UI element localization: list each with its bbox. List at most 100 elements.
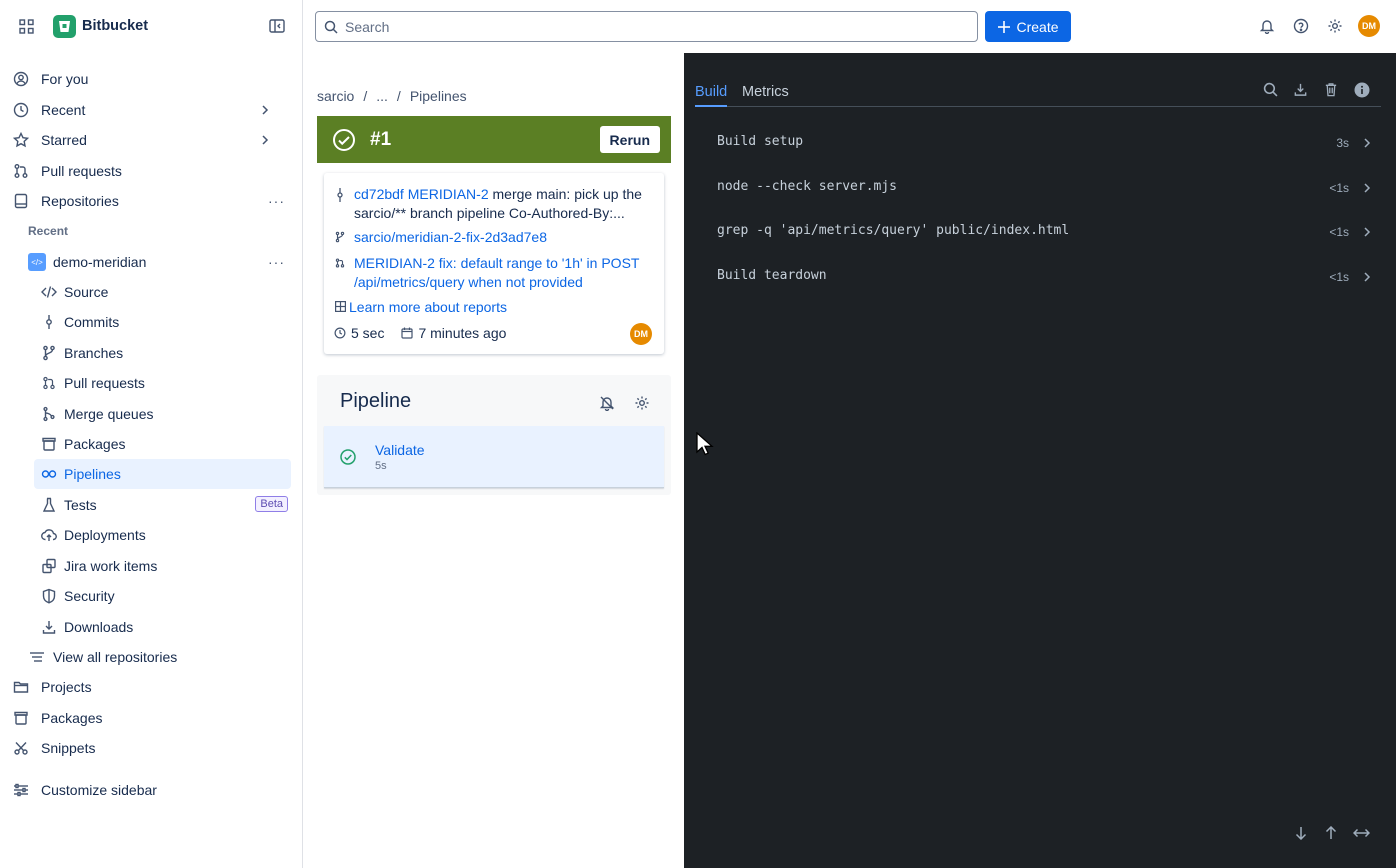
notifications-off-icon[interactable] [599,395,615,411]
pipeline-step-validate[interactable]: Validate 5s [324,426,664,488]
sidebar-item-label: Jira work items [64,558,158,574]
tab-build[interactable]: Build [695,84,727,100]
settings-gear-icon[interactable] [1327,18,1343,34]
chevron-right-icon [260,104,270,116]
reports-icon [334,298,346,317]
flask-icon [40,497,58,513]
app-name[interactable]: Bitbucket [82,18,148,34]
repo-name: demo-meridian [53,254,147,270]
sidebar-item-jira-work-items[interactable]: Jira work items [34,551,291,581]
code-icon [40,285,58,299]
branch-icon [40,345,58,361]
sidebar-item-label: Commits [64,314,120,330]
search-input[interactable] [345,18,945,35]
sidebar-item-repositories[interactable]: Repositories [12,186,119,216]
breadcrumb-ellipsis[interactable]: ... [376,88,388,104]
sidebar-item-source[interactable]: Source [34,277,291,307]
sidebar-item-security[interactable]: Security [34,581,291,611]
breadcrumb-workspace[interactable]: sarcio [317,88,354,104]
branch-link[interactable]: sarcio/meridian-2-fix-2d3ad7e8 [354,228,547,247]
run-time-ago: 7 minutes ago [418,325,507,341]
sidebar-repo-demo-meridian[interactable]: </> demo-meridian [28,247,146,277]
log-step-row[interactable]: Build teardown <1s [717,268,1377,284]
beta-badge: Beta [255,496,288,512]
user-circle-icon [12,71,30,87]
list-icon [28,651,46,663]
log-tabs: Build Metrics [695,53,1381,107]
sidebar-item-label: Packages [41,710,103,726]
search-log-icon[interactable] [1263,82,1278,97]
shield-icon [40,588,58,604]
sidebar-item-label: Merge queues [64,406,154,422]
sidebar-item-label: Security [64,588,115,604]
user-avatar[interactable]: DM [1358,15,1380,37]
commit-hash-link[interactable]: cd72bdf [354,186,404,202]
learn-more-reports-link[interactable]: Learn more about reports [349,298,507,317]
breadcrumb-current[interactable]: Pipelines [410,88,467,104]
breadcrumb-separator: / [396,88,401,104]
sidebar-item-label: Customize sidebar [41,782,157,798]
sidebar-item-branches[interactable]: Branches [34,338,291,368]
log-step-time: 3s [1336,136,1349,150]
commit-icon [40,314,58,330]
pull-request-row: MERIDIAN-2 fix: default range to '1h' in… [334,254,639,292]
author-avatar[interactable]: DM [630,323,652,345]
sidebar-item-packages[interactable]: Packages [12,703,102,733]
chevron-right-icon [1363,182,1371,194]
package-icon [40,436,58,452]
sidebar-item-label: Pipelines [64,466,121,482]
build-log-panel: Build Metrics Build setup 3s node --chec… [684,53,1396,868]
branch-icon [334,228,346,247]
scroll-to-top-icon[interactable] [1324,826,1338,840]
tab-metrics[interactable]: Metrics [742,84,789,100]
create-button[interactable]: Create [985,11,1071,42]
log-step-row[interactable]: grep -q 'api/metrics/query' public/index… [717,223,1377,239]
sidebar-item-pull-requests-repo[interactable]: Pull requests [34,368,291,398]
jira-icon [40,558,58,574]
sidebar-item-for-you[interactable]: For you [12,64,88,94]
help-icon[interactable] [1293,18,1309,34]
log-step-row[interactable]: Build setup 3s [717,134,1377,150]
expand-width-icon[interactable] [1353,828,1370,838]
rerun-button[interactable]: Rerun [599,126,660,153]
sidebar-item-commits[interactable]: Commits [34,307,291,337]
info-icon[interactable] [1354,82,1370,98]
repo-more-icon[interactable]: ··· [268,254,285,270]
sidebar-item-recent[interactable]: Recent [12,95,292,125]
notifications-bell-icon[interactable] [1259,18,1275,34]
sidebar-item-label: View all repositories [53,649,178,665]
download-log-icon[interactable] [1293,82,1308,97]
trash-icon[interactable] [1324,82,1338,97]
sidebar-item-view-all-repositories[interactable]: View all repositories [28,642,177,672]
sidebar-item-starred[interactable]: Starred [12,125,292,155]
clock-icon [12,102,30,118]
sidebar-item-packages-repo[interactable]: Packages [34,429,291,459]
sidebar-item-merge-queues[interactable]: Merge queues [34,399,291,429]
breadcrumb-separator: / [363,88,368,104]
sidebar-item-snippets[interactable]: Snippets [12,733,95,763]
package-icon [12,710,30,726]
sidebar-item-pipelines[interactable]: Pipelines [34,459,291,489]
pipeline-settings-gear-icon[interactable] [634,395,650,411]
app-switcher-icon[interactable] [19,19,34,34]
sidebar-item-downloads[interactable]: Downloads [34,612,291,642]
scroll-to-bottom-icon[interactable] [1294,826,1308,840]
log-step-command: node --check server.mjs [717,179,898,194]
log-step-row[interactable]: node --check server.mjs <1s [717,179,1377,195]
commit-message-line-2: sarcio/** branch pipeline Co-Authored-By… [354,205,625,221]
sidebar-item-pull-requests[interactable]: Pull requests [12,156,122,186]
search-box[interactable] [315,11,978,42]
collapse-sidebar-icon[interactable] [269,18,285,34]
sidebar-item-label: Recent [41,102,86,118]
scissors-icon [12,741,30,755]
sidebar-item-label: Pull requests [41,163,122,179]
sidebar-item-customize[interactable]: Customize sidebar [12,775,157,805]
sidebar-item-tests[interactable]: Tests Beta [34,490,291,520]
bitbucket-logo-icon[interactable] [53,15,76,38]
sidebar-item-label: Source [64,284,109,300]
pull-request-link[interactable]: MERIDIAN-2 fix: default range to '1h' in… [354,254,639,292]
commit-issue-link[interactable]: MERIDIAN-2 [408,186,489,202]
sidebar-item-projects[interactable]: Projects [12,672,92,702]
sidebar-item-deployments[interactable]: Deployments [34,520,291,550]
repositories-more-icon[interactable]: ··· [268,193,285,209]
